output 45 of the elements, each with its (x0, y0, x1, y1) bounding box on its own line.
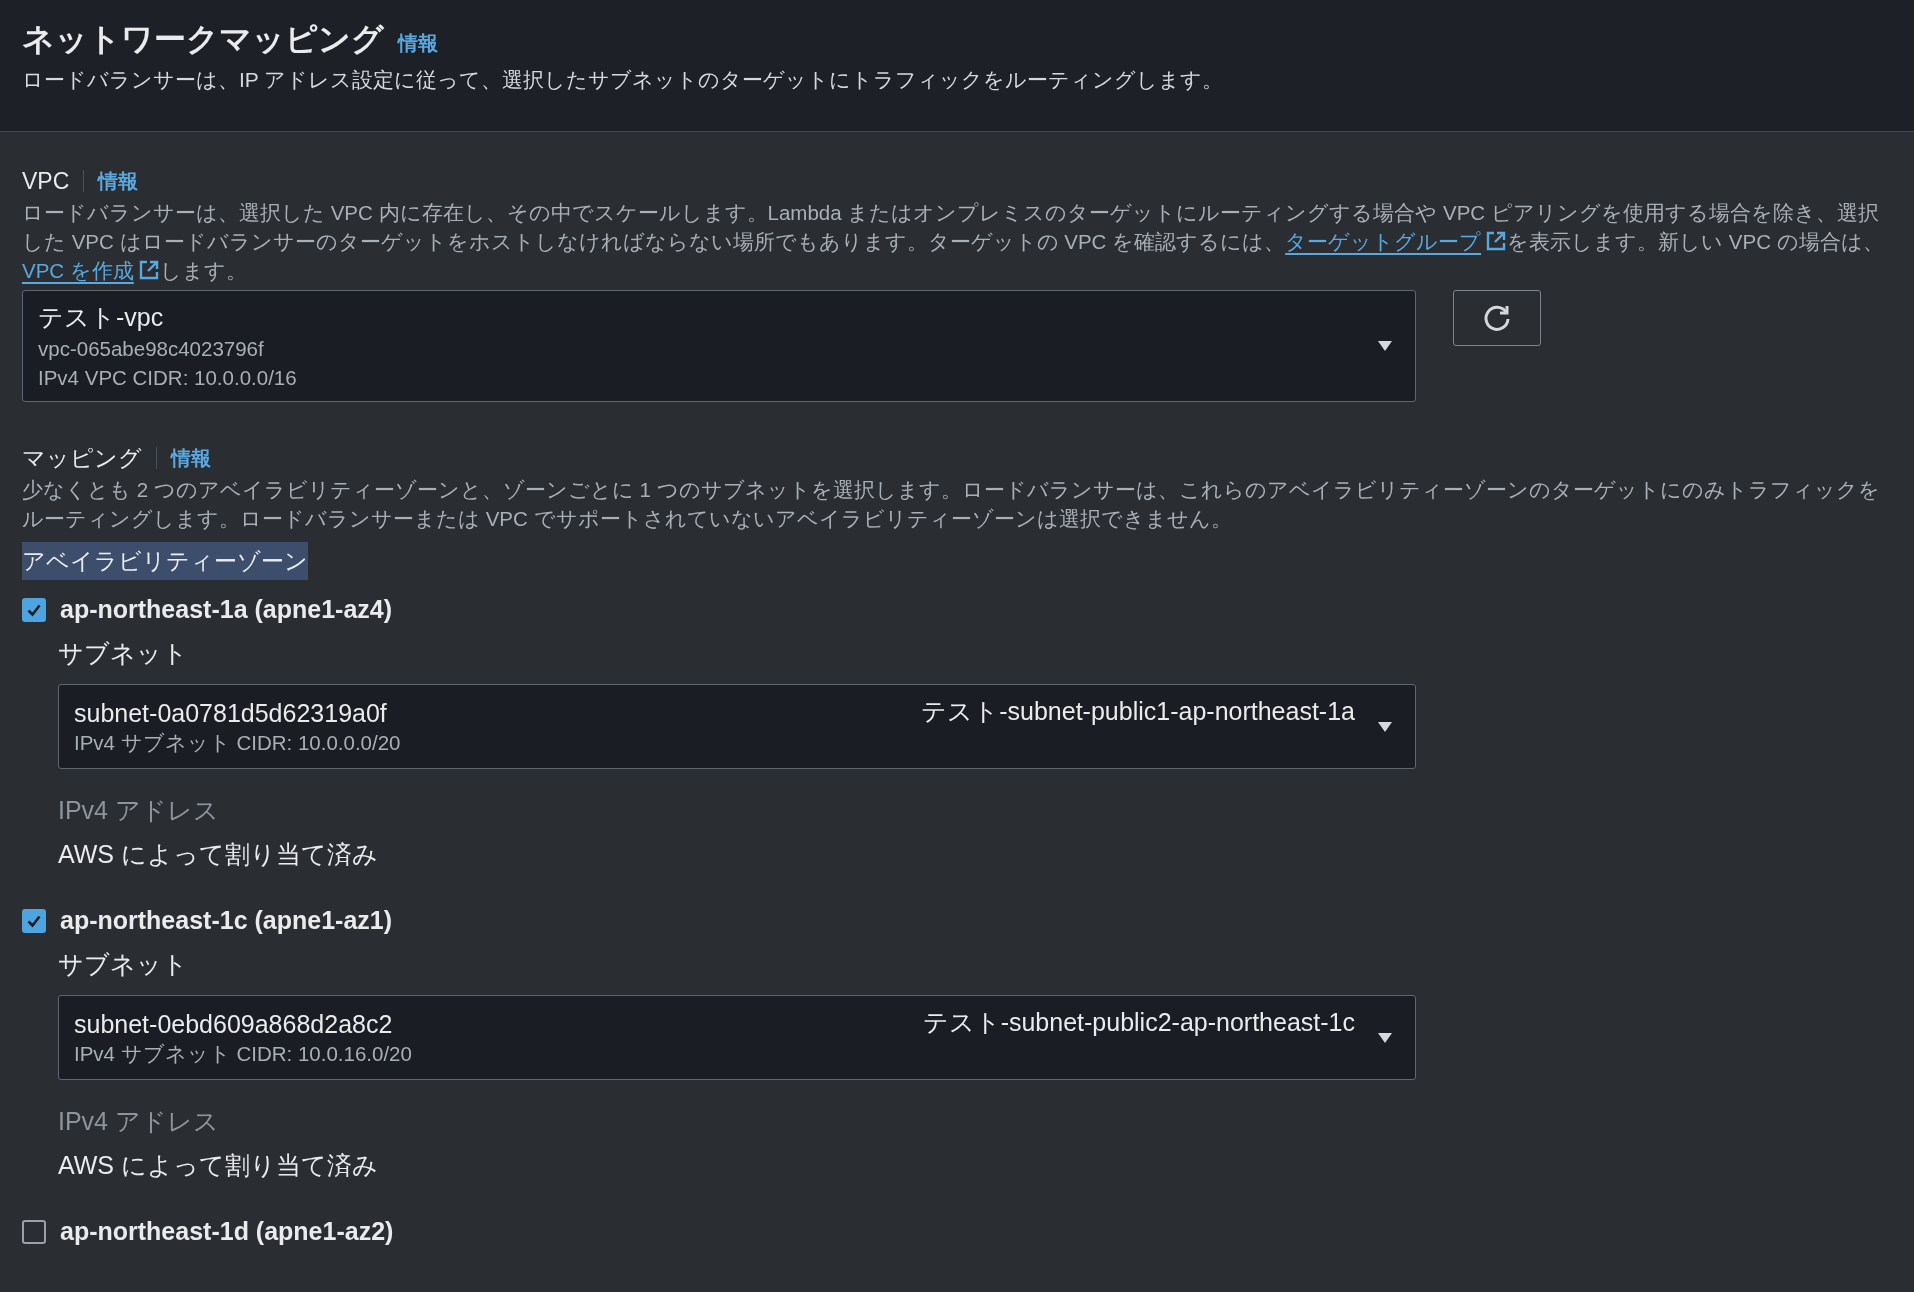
zones-heading: アベイラビリティーゾーン (22, 542, 308, 580)
zone-label: ap-northeast-1a (apne1-az4) (60, 594, 393, 626)
check-icon (26, 913, 42, 929)
external-link-icon (137, 259, 160, 281)
subnet-label: サブネット (58, 638, 189, 669)
ipv4-address-label: IPv4 アドレス (58, 795, 220, 826)
checkbox[interactable] (22, 909, 46, 933)
section-description: ロードバランサーは、IP アドレス設定に従って、選択したサブネットのターゲットにトラフィックをルーティングします。 (22, 67, 1225, 93)
subnet-name: テスト-subnet-public1-ap-northeast-1a (921, 697, 1355, 725)
external-link-icon (1485, 230, 1508, 252)
info-link[interactable]: 情報 (171, 443, 211, 473)
zone-label: ap-northeast-1d (apne1-az2) (60, 1216, 394, 1248)
ipv4-address-label: IPv4 アドレス (58, 1106, 220, 1137)
checkbox[interactable] (22, 1220, 46, 1244)
ipv4-address-value: AWS によって割り当て済み (58, 839, 379, 870)
subnet-select[interactable]: subnet-0a0781d5d62319a0f IPv4 サブネット CIDR: 10.0.0.0/20 テスト-subnet-public1-ap-northeast-1a (58, 684, 1416, 769)
caret-icon (1377, 340, 1393, 352)
checkbox[interactable] (22, 598, 46, 622)
section-title: ネットワークマッピング (22, 20, 384, 59)
vpc-name: テスト-vpc (38, 302, 165, 333)
vpc-select[interactable]: テスト-vpc vpc-065abe98c4023796f IPv4 VPC CIDR: 10.0.0.0/16 (22, 290, 1416, 402)
subnet-id: subnet-0ebd609a868d2a8c2 (74, 1009, 394, 1040)
field-label: VPC (22, 166, 70, 196)
subnet-cidr: IPv4 サブネット CIDR: 10.0.16.0/20 (74, 1041, 413, 1067)
subnet-label: サブネット (58, 949, 189, 980)
caret-icon (1377, 1031, 1393, 1044)
subnet-cidr: IPv4 サブネット CIDR: 10.0.0.0/20 (74, 730, 402, 756)
ipv4-address-value: AWS によって割り当て済み (58, 1150, 379, 1181)
vpc-description: ロードバランサーは、選択した VPC 内に存在し、その中でスケールします。Lambda またはオンプレミスのターゲットにルーティングする場合や VPC ピアリングを使用する場合を除き、選択した VPC はロードバランサーのターゲットをホストしなければならない場所でもあります。ターゲットの VPC を確認するには、ターゲットグループ を表示します。新しい VPC の場合は、 VPC を作成 します。 (22, 200, 1885, 284)
vpc-id: vpc-065abe98c4023796f (38, 336, 265, 362)
zone-label: ap-northeast-1c (apne1-az1) (60, 905, 393, 937)
external-link[interactable]: ターゲットグループ (1285, 230, 1508, 253)
refresh-button[interactable] (1453, 290, 1541, 346)
subnet-id: subnet-0a0781d5d62319a0f (74, 698, 388, 729)
subnet-select[interactable]: subnet-0ebd609a868d2a8c2 IPv4 サブネット CIDR: 10.0.16.0/20 テスト-subnet-public2-ap-northeast-1c (58, 995, 1416, 1080)
subnet-name: テスト-subnet-public2-ap-northeast-1c (922, 1008, 1355, 1036)
mapping-description: 少なくとも 2 つのアベイラビリティーゾーンと、ゾーンごとに 1 つのサブネットを選択します。ロードバランサーは、これらのアベイラビリティーゾーンのターゲットにのみトラフィックをルーティングします。ロードバランサーまたは VPC でサポートされていないアベイラビリティーゾーンは選択できません。 (22, 477, 1881, 532)
field-label: マッピング (22, 443, 142, 473)
info-link[interactable]: 情報 (98, 166, 139, 196)
info-link[interactable]: 情報 (398, 22, 438, 64)
refresh-icon (1482, 303, 1512, 333)
vpc-cidr: IPv4 VPC CIDR: 10.0.0.0/16 (38, 365, 297, 391)
external-link[interactable]: VPC を作成 (22, 259, 160, 282)
caret-icon (1377, 720, 1393, 733)
check-icon (26, 602, 42, 618)
